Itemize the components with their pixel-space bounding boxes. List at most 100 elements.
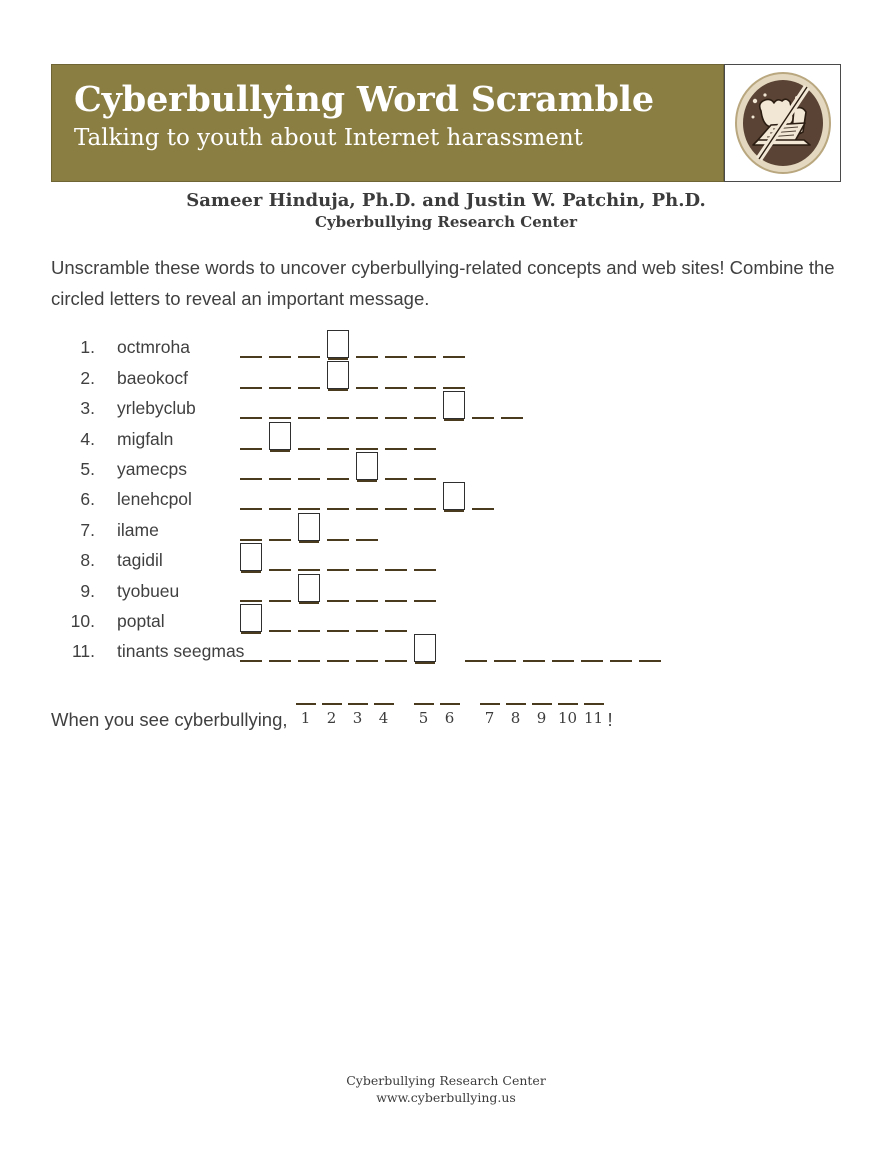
letter-blank[interactable] bbox=[581, 660, 603, 663]
circled-letter-box[interactable] bbox=[443, 482, 465, 513]
letter-blank[interactable] bbox=[240, 538, 262, 541]
letter-blank[interactable] bbox=[240, 477, 262, 480]
letter-blank[interactable] bbox=[523, 660, 545, 663]
letter-blank[interactable] bbox=[414, 599, 436, 602]
circled-letter-box[interactable] bbox=[298, 573, 320, 604]
letter-blank[interactable] bbox=[356, 538, 378, 541]
letter-blank[interactable] bbox=[269, 477, 291, 480]
letter-blank[interactable] bbox=[414, 386, 436, 389]
letter-blank[interactable] bbox=[414, 508, 436, 511]
letter-blank[interactable] bbox=[269, 599, 291, 602]
letter-blank[interactable] bbox=[356, 417, 378, 420]
letter-blank[interactable] bbox=[240, 417, 262, 420]
letter-blank[interactable] bbox=[327, 447, 349, 450]
letter-blank[interactable] bbox=[240, 599, 262, 602]
letter-blank[interactable] bbox=[298, 508, 320, 511]
letter-blank[interactable] bbox=[269, 660, 291, 663]
letter-blank[interactable] bbox=[356, 569, 378, 572]
letter-blank[interactable] bbox=[298, 356, 320, 359]
answer-letter-slot[interactable]: 1 bbox=[295, 703, 316, 732]
letter-blank[interactable] bbox=[298, 447, 320, 450]
answer-letter-slot[interactable]: 3 bbox=[347, 703, 368, 732]
letter-blank[interactable] bbox=[385, 629, 407, 632]
letter-blank[interactable] bbox=[269, 356, 291, 359]
letter-blank[interactable] bbox=[443, 356, 465, 359]
letter-blank[interactable] bbox=[385, 599, 407, 602]
letter-blank[interactable] bbox=[356, 599, 378, 602]
answer-blanks[interactable] bbox=[240, 451, 851, 482]
answer-blanks[interactable] bbox=[240, 603, 851, 634]
letter-blank[interactable] bbox=[269, 508, 291, 511]
letter-blank[interactable] bbox=[414, 356, 436, 359]
letter-blank[interactable] bbox=[385, 356, 407, 359]
letter-blank[interactable] bbox=[385, 447, 407, 450]
answer-letter-slot[interactable]: 2 bbox=[321, 703, 342, 732]
circled-letter-box[interactable] bbox=[269, 421, 291, 452]
letter-blank[interactable] bbox=[298, 660, 320, 663]
letter-blank[interactable] bbox=[472, 417, 494, 420]
letter-blank[interactable] bbox=[385, 386, 407, 389]
letter-blank[interactable] bbox=[639, 660, 661, 663]
answer-letter-slot[interactable]: 4 bbox=[373, 703, 394, 732]
answer-blanks[interactable] bbox=[240, 330, 851, 361]
letter-blank[interactable] bbox=[327, 538, 349, 541]
letter-blank[interactable] bbox=[327, 477, 349, 480]
circled-letter-box[interactable] bbox=[298, 512, 320, 543]
letter-blank[interactable] bbox=[552, 660, 574, 663]
letter-blank[interactable] bbox=[327, 599, 349, 602]
answer-letter-slot[interactable]: 9 bbox=[531, 703, 552, 732]
letter-blank[interactable] bbox=[494, 660, 516, 663]
letter-blank[interactable] bbox=[465, 660, 487, 663]
letter-blank[interactable] bbox=[240, 660, 262, 663]
answer-letter-slot[interactable]: 6 bbox=[439, 703, 460, 732]
letter-blank[interactable] bbox=[385, 417, 407, 420]
letter-blank[interactable] bbox=[327, 629, 349, 632]
answer-blanks[interactable] bbox=[240, 512, 851, 543]
letter-blank[interactable] bbox=[327, 417, 349, 420]
letter-blank[interactable] bbox=[240, 386, 262, 389]
letter-blank[interactable] bbox=[240, 447, 262, 450]
letter-blank[interactable] bbox=[240, 508, 262, 511]
answer-letter-slot[interactable]: 10 bbox=[557, 703, 578, 732]
letter-blank[interactable] bbox=[298, 569, 320, 572]
answer-letter-slot[interactable]: 11 bbox=[583, 703, 604, 732]
answer-blanks[interactable] bbox=[240, 482, 851, 513]
letter-blank[interactable] bbox=[472, 508, 494, 511]
letter-blank[interactable] bbox=[269, 538, 291, 541]
letter-blank[interactable] bbox=[356, 660, 378, 663]
answer-letter-slot[interactable]: 7 bbox=[479, 703, 500, 732]
letter-blank[interactable] bbox=[298, 417, 320, 420]
letter-blank[interactable] bbox=[327, 660, 349, 663]
circled-letter-box[interactable] bbox=[443, 391, 465, 422]
letter-blank[interactable] bbox=[414, 477, 436, 480]
answer-blanks[interactable] bbox=[240, 360, 851, 391]
letter-blank[interactable] bbox=[269, 417, 291, 420]
letter-blank[interactable] bbox=[385, 508, 407, 511]
letter-blank[interactable] bbox=[298, 386, 320, 389]
answer-letter-slot[interactable]: 8 bbox=[505, 703, 526, 732]
letter-blank[interactable] bbox=[356, 629, 378, 632]
circled-letter-box[interactable] bbox=[240, 543, 262, 574]
letter-blank[interactable] bbox=[356, 356, 378, 359]
letter-blank[interactable] bbox=[414, 417, 436, 420]
answer-letter-slot[interactable]: 5 bbox=[413, 703, 434, 732]
letter-blank[interactable] bbox=[269, 386, 291, 389]
circled-letter-box[interactable] bbox=[356, 451, 378, 482]
answer-blanks[interactable] bbox=[240, 634, 851, 665]
answer-blanks[interactable] bbox=[240, 391, 851, 422]
letter-blank[interactable] bbox=[356, 508, 378, 511]
letter-blank[interactable] bbox=[501, 417, 523, 420]
letter-blank[interactable] bbox=[356, 447, 378, 450]
answer-blanks[interactable] bbox=[240, 421, 851, 452]
letter-blank[interactable] bbox=[385, 660, 407, 663]
circled-letter-box[interactable] bbox=[414, 634, 436, 665]
letter-blank[interactable] bbox=[610, 660, 632, 663]
letter-blank[interactable] bbox=[414, 447, 436, 450]
circled-letter-box[interactable] bbox=[327, 330, 349, 361]
letter-blank[interactable] bbox=[327, 508, 349, 511]
letter-blank[interactable] bbox=[269, 629, 291, 632]
letter-blank[interactable] bbox=[385, 477, 407, 480]
circled-letter-box[interactable] bbox=[240, 603, 262, 634]
letter-blank[interactable] bbox=[443, 386, 465, 389]
letter-blank[interactable] bbox=[240, 356, 262, 359]
